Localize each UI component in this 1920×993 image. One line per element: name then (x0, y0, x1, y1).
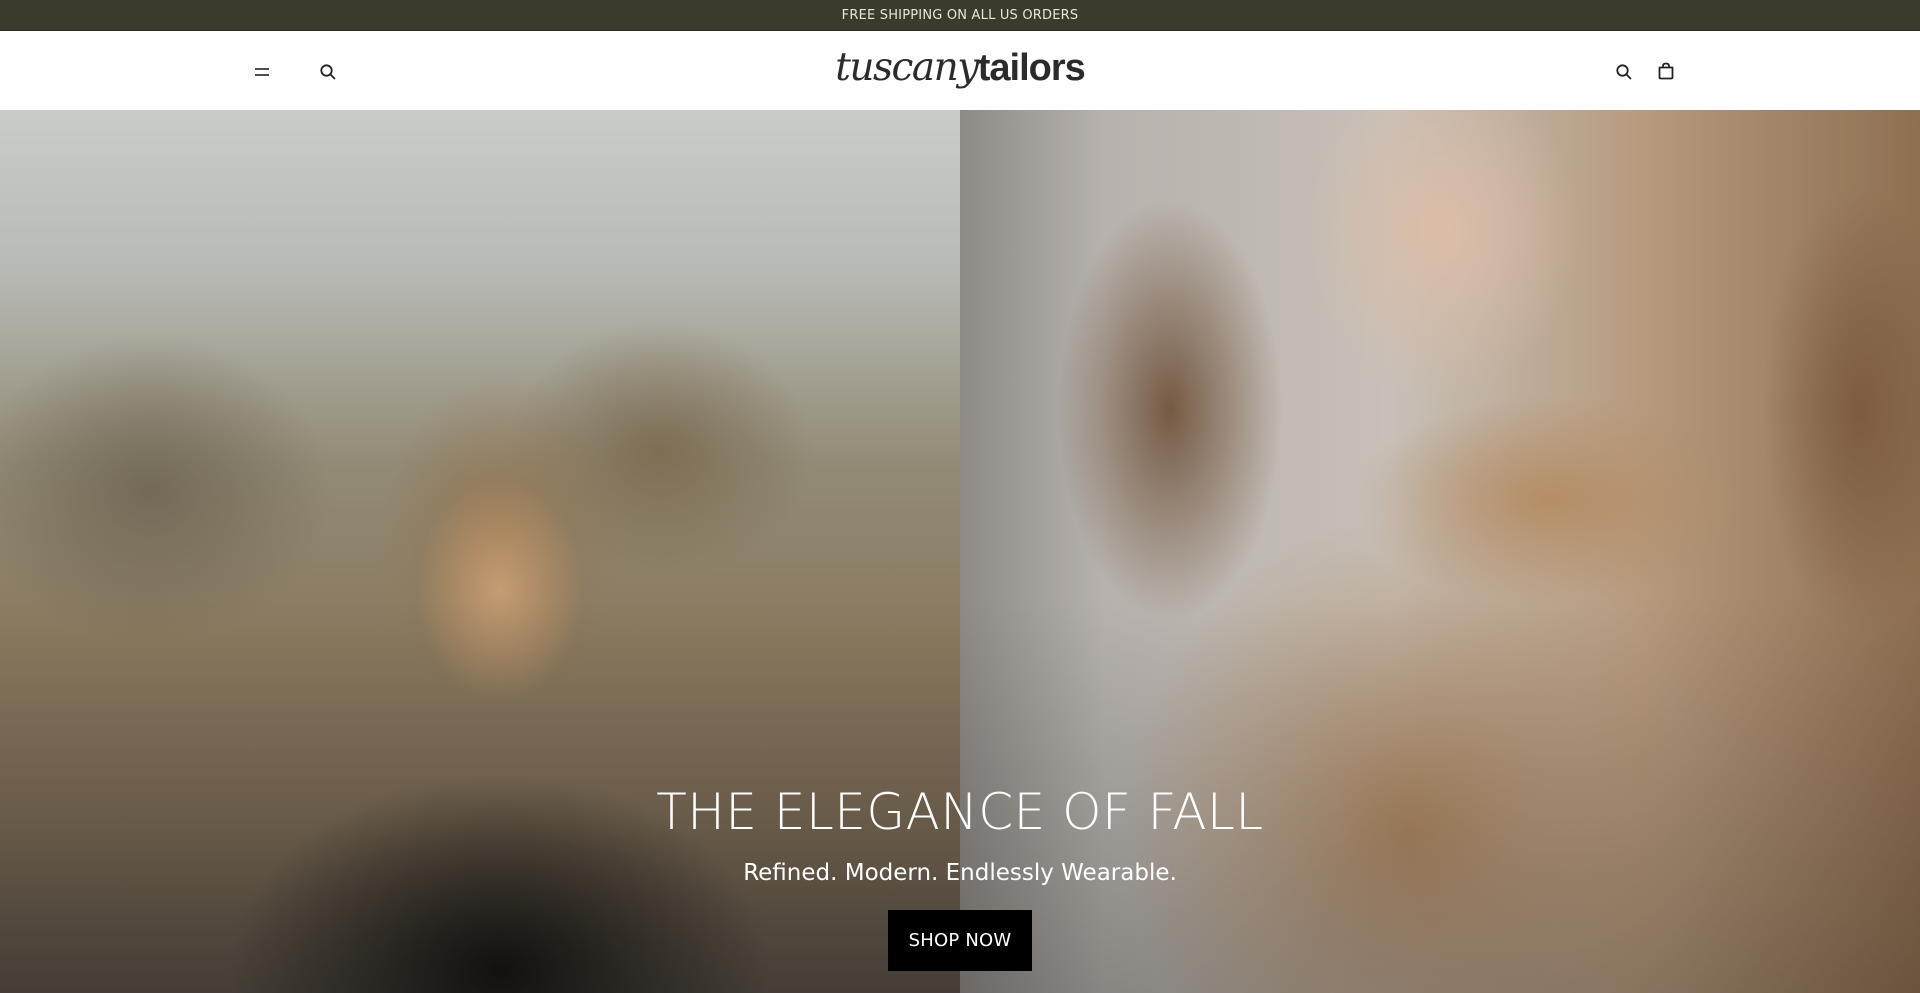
hero-content: THE ELEGANCE OF FALL Refined. Modern. En… (0, 110, 1920, 993)
shopping-bag-icon (1656, 61, 1676, 81)
menu-icon (253, 66, 271, 78)
hero-title: THE ELEGANCE OF FALL (656, 783, 1264, 841)
search-icon (319, 63, 337, 81)
menu-button[interactable] (248, 58, 276, 86)
search-button-left[interactable] (314, 58, 342, 86)
shop-now-button[interactable]: SHOP NOW (888, 910, 1032, 971)
logo-link[interactable]: tuscanytailors (835, 45, 1086, 99)
hero-subtitle: Refined. Modern. Endlessly Wearable. (743, 860, 1177, 886)
search-button-right[interactable] (1610, 58, 1638, 86)
hero-banner: THE ELEGANCE OF FALL Refined. Modern. En… (0, 110, 1920, 993)
announcement-text: FREE SHIPPING ON ALL US ORDERS (841, 7, 1079, 23)
announcement-bar: FREE SHIPPING ON ALL US ORDERS (0, 0, 1920, 31)
site-header: tuscanytailors (0, 31, 1920, 110)
logo-bold-text: tailors (977, 47, 1086, 89)
cart-button[interactable] (1652, 57, 1680, 85)
logo-script-text: tuscany (835, 45, 979, 90)
search-icon (1615, 63, 1633, 81)
